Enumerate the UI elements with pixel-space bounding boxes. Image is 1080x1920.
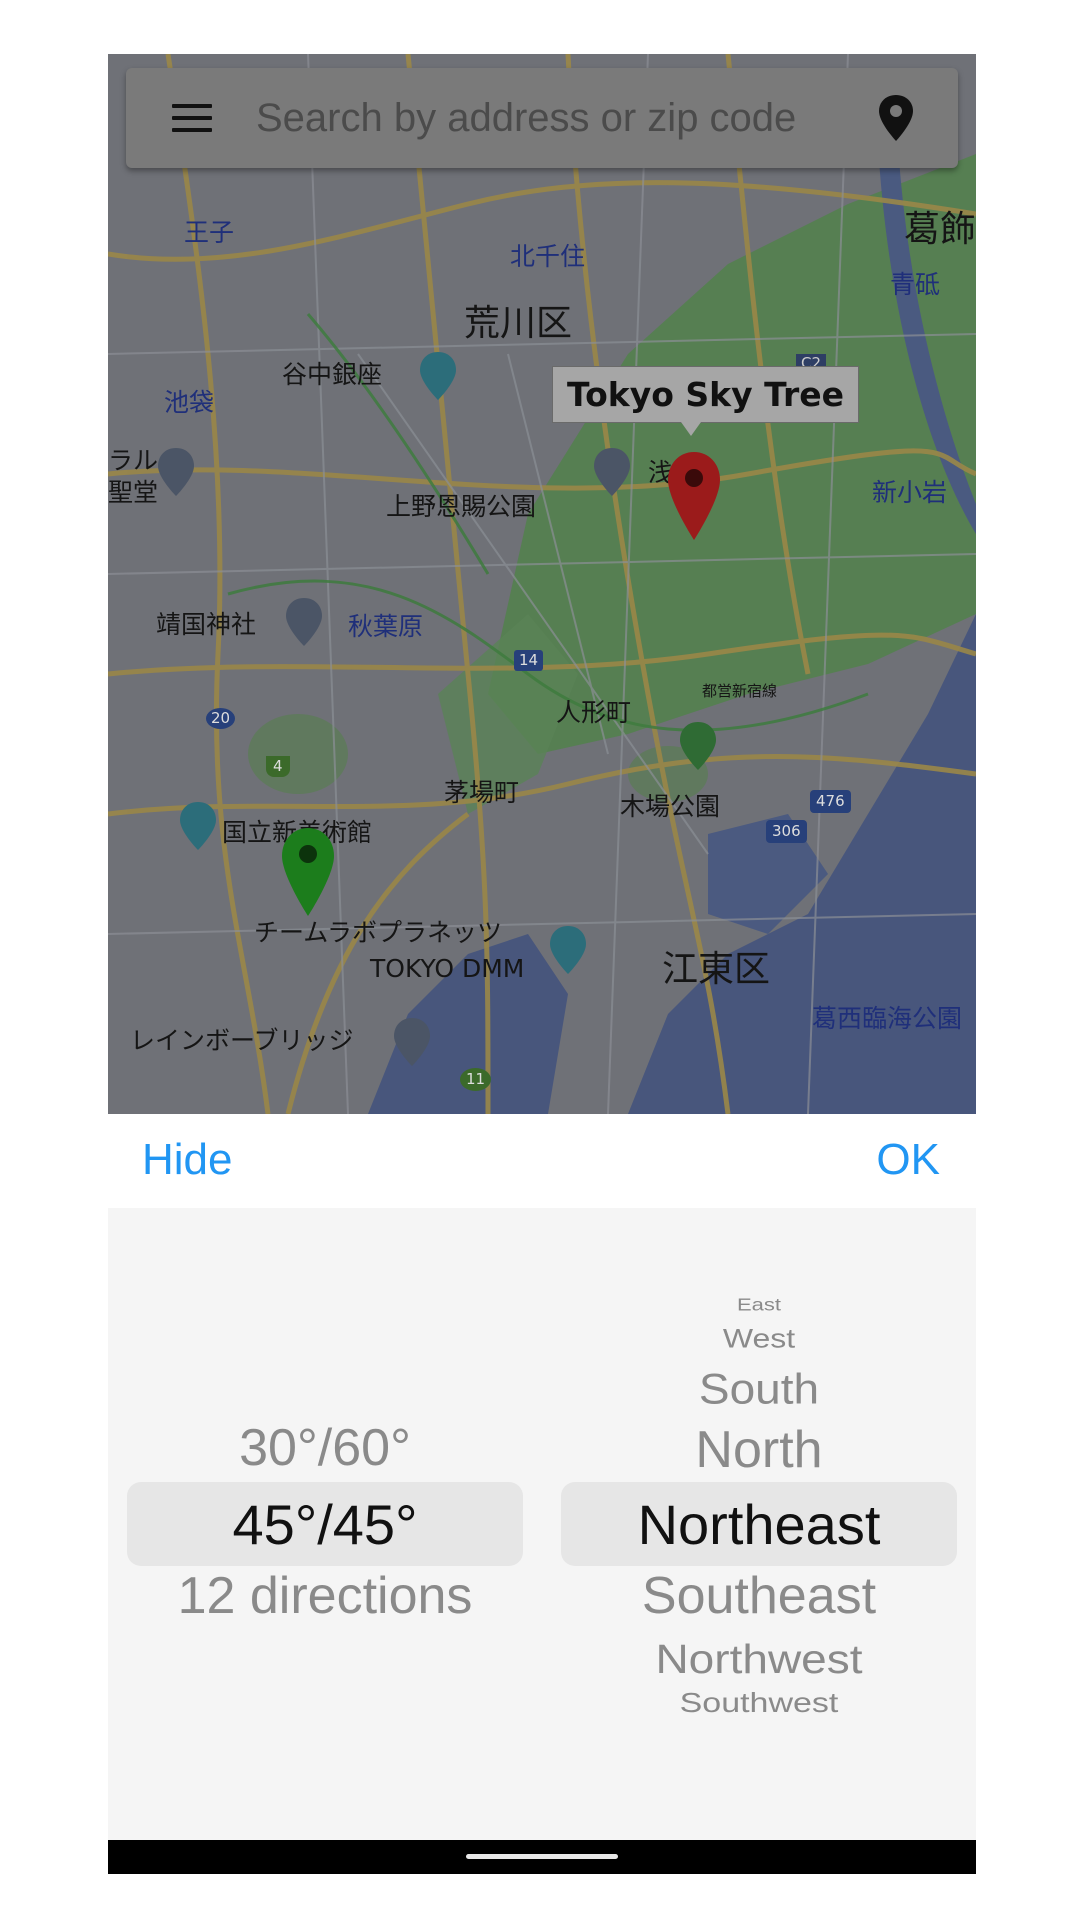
ok-button[interactable]: OK (876, 1138, 940, 1182)
map-label-ueno: 上野恩賜公園 (386, 492, 537, 521)
direction-wheel[interactable]: East West South North Northeast Southeas… (561, 1208, 957, 1840)
museum-pin-icon[interactable] (548, 924, 588, 976)
shrine-pin-icon[interactable] (284, 596, 324, 648)
wheel-item[interactable]: East (561, 1296, 957, 1314)
route-shield-306: 306 (766, 820, 807, 843)
map-label-seidou: 聖堂 (108, 478, 159, 507)
map-label-teamlab: チームラボプラネッツ (254, 918, 503, 947)
location-pin-icon[interactable] (878, 94, 914, 142)
map-label-yanaka: 谷中銀座 (282, 360, 383, 389)
map-label-tokyodmm: TOKYO DMM (370, 954, 525, 983)
wheel-item[interactable]: 30°/60° (127, 1422, 523, 1474)
menu-icon[interactable] (172, 104, 212, 132)
map-label-rainbow: レインボーブリッジ (130, 1026, 354, 1055)
picker-toolbar: Hide OK (108, 1114, 976, 1208)
map-label-ningyocho: 人形町 (556, 698, 632, 727)
route-shield-4: 4 (266, 756, 290, 777)
search-input[interactable] (254, 82, 858, 154)
app-screen: 荒川区 谷中銀座 王子 北千住 葛飾 青砥 池袋 ラル 聖堂 上野恩賜公園 浅 … (108, 54, 976, 1874)
bridge-pin-icon[interactable] (392, 1016, 432, 1068)
route-shield-14: 14 (514, 650, 544, 671)
map-label-aoto: 青砥 (890, 270, 941, 299)
wheel-item[interactable]: 12 directions (127, 1570, 523, 1622)
wheel-item[interactable]: Southeast (561, 1570, 957, 1622)
wheel-item[interactable]: Southwest (561, 1689, 957, 1717)
wheel-item[interactable]: West (561, 1324, 957, 1351)
system-nav-bar (108, 1840, 976, 1874)
map-label-shinkoiwa: 新小岩 (872, 478, 948, 507)
route-shield-476: 476 (810, 790, 851, 813)
search-bar (126, 68, 958, 168)
map-view[interactable]: 荒川区 谷中銀座 王子 北千住 葛飾 青砥 池袋 ラル 聖堂 上野恩賜公園 浅 … (108, 54, 976, 1114)
museum-pin-icon[interactable] (178, 800, 218, 852)
route-shield-11: 11 (460, 1068, 492, 1091)
route-shield-20: 20 (206, 708, 236, 729)
map-label-katsushika: 葛飾 (904, 209, 976, 250)
angle-wheel[interactable]: 30°/60° 45°/45° 12 directions (127, 1208, 523, 1840)
wheel-item[interactable]: North (561, 1424, 957, 1476)
home-indicator[interactable] (466, 1854, 618, 1859)
temple-pin-icon[interactable] (592, 446, 632, 498)
map-label-toeishinjuku: 都営新宿線 (702, 682, 778, 700)
map-label-koto: 江東区 (662, 949, 771, 990)
wheel-item[interactable]: Northwest (561, 1639, 957, 1679)
green-marker-icon[interactable] (280, 826, 336, 918)
map-label-arakawa: 荒川区 (464, 303, 573, 344)
map-label-yasukuni: 靖国神社 (156, 610, 257, 639)
direction-picker: 30°/60° 45°/45° 12 directions East West … (108, 1208, 976, 1840)
map-label-lal: ラル (108, 446, 159, 475)
park-pin-icon[interactable] (678, 720, 718, 772)
poi-pin-icon[interactable] (418, 350, 458, 402)
hide-button[interactable]: Hide (142, 1138, 233, 1182)
church-pin-icon[interactable] (156, 446, 196, 498)
wheel-item[interactable]: South (561, 1368, 957, 1410)
map-background (108, 54, 976, 1114)
red-marker-icon[interactable] (666, 450, 722, 542)
map-label-oji: 王子 (184, 218, 235, 247)
map-label-akihabara: 秋葉原 (348, 612, 424, 641)
map-label-kasai: 葛西臨海公園 (812, 1004, 963, 1033)
marker-tooltip[interactable]: Tokyo Sky Tree (552, 366, 860, 436)
map-label-kayabacho: 茅場町 (444, 778, 520, 807)
map-label-ikebukuro: 池袋 (164, 388, 215, 417)
map-label-kitasenju: 北千住 (510, 242, 586, 271)
wheel-item-selected[interactable]: Northeast (561, 1497, 957, 1553)
map-label-kiba: 木場公園 (620, 792, 721, 821)
wheel-item-selected[interactable]: 45°/45° (127, 1497, 523, 1553)
